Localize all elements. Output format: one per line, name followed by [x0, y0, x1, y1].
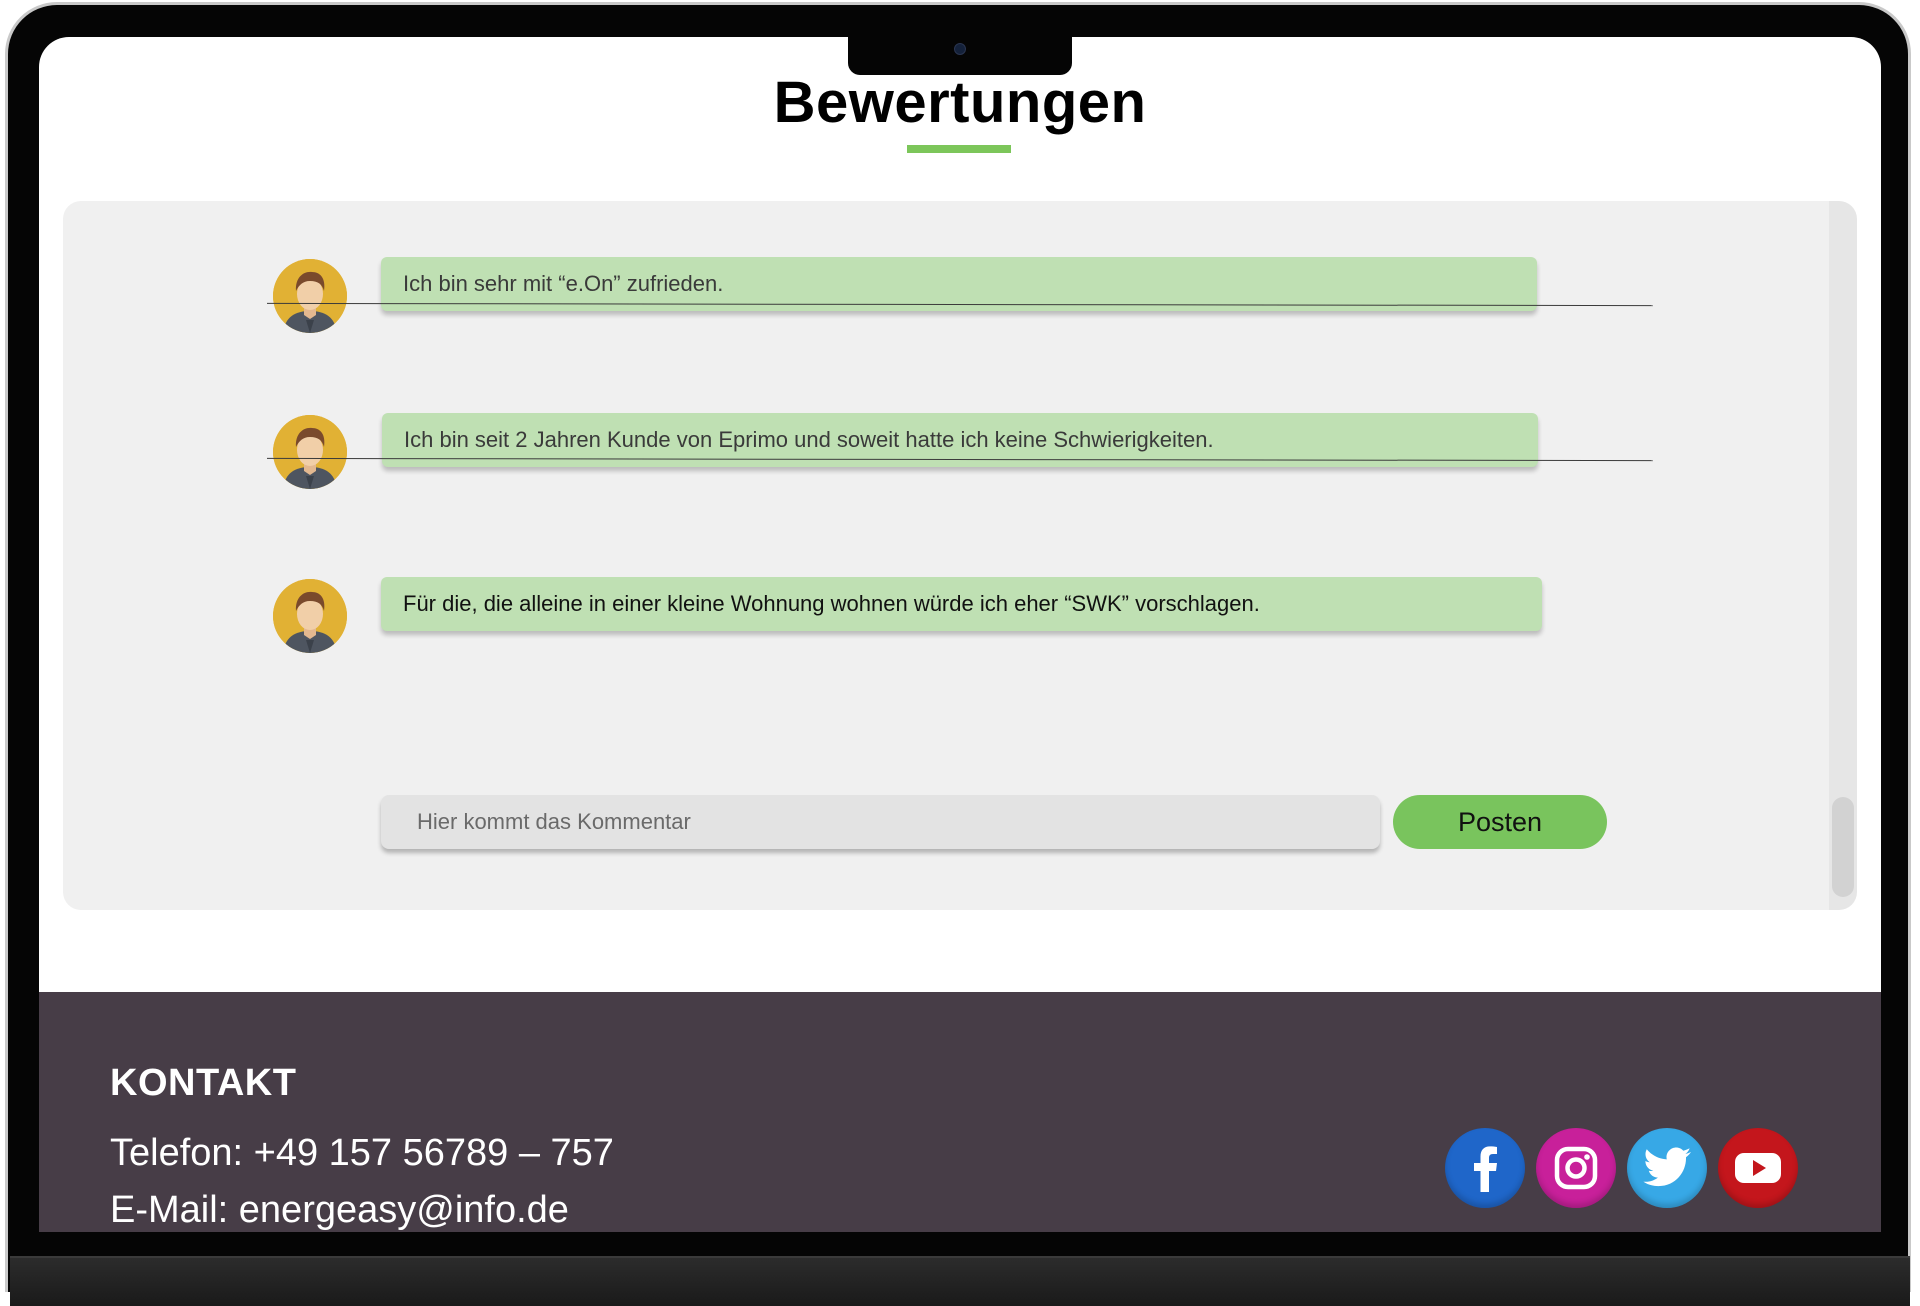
screen: Bewertungen Ich bin sehr mit “e.On” zufr…	[39, 37, 1881, 1232]
footer: KONTAKT Telefon: +49 157 56789 – 757 E-M…	[39, 992, 1881, 1232]
twitter-icon[interactable]	[1627, 1128, 1707, 1208]
avatar	[273, 579, 347, 653]
youtube-icon[interactable]	[1718, 1128, 1798, 1208]
footer-title: KONTAKT	[110, 1062, 297, 1104]
title-underline	[907, 145, 1011, 153]
post-button[interactable]: Posten	[1393, 795, 1607, 849]
footer-email[interactable]: E-Mail: energeasy@info.de	[110, 1189, 569, 1232]
footer-phone: Telefon: +49 157 56789 – 757	[110, 1132, 614, 1174]
page-title: Bewertungen	[773, 70, 1147, 135]
avatar	[273, 415, 347, 489]
instagram-icon[interactable]	[1536, 1128, 1616, 1208]
avatar	[273, 259, 347, 333]
facebook-icon[interactable]	[1445, 1128, 1525, 1208]
scrollbar-thumb[interactable]	[1832, 797, 1854, 897]
review-bubble: Für die, die alleine in einer kleine Woh…	[381, 577, 1542, 631]
comment-input[interactable]	[381, 795, 1380, 849]
laptop-base	[10, 1256, 1910, 1306]
webcam-icon	[954, 43, 966, 55]
camera-notch	[848, 37, 1072, 75]
